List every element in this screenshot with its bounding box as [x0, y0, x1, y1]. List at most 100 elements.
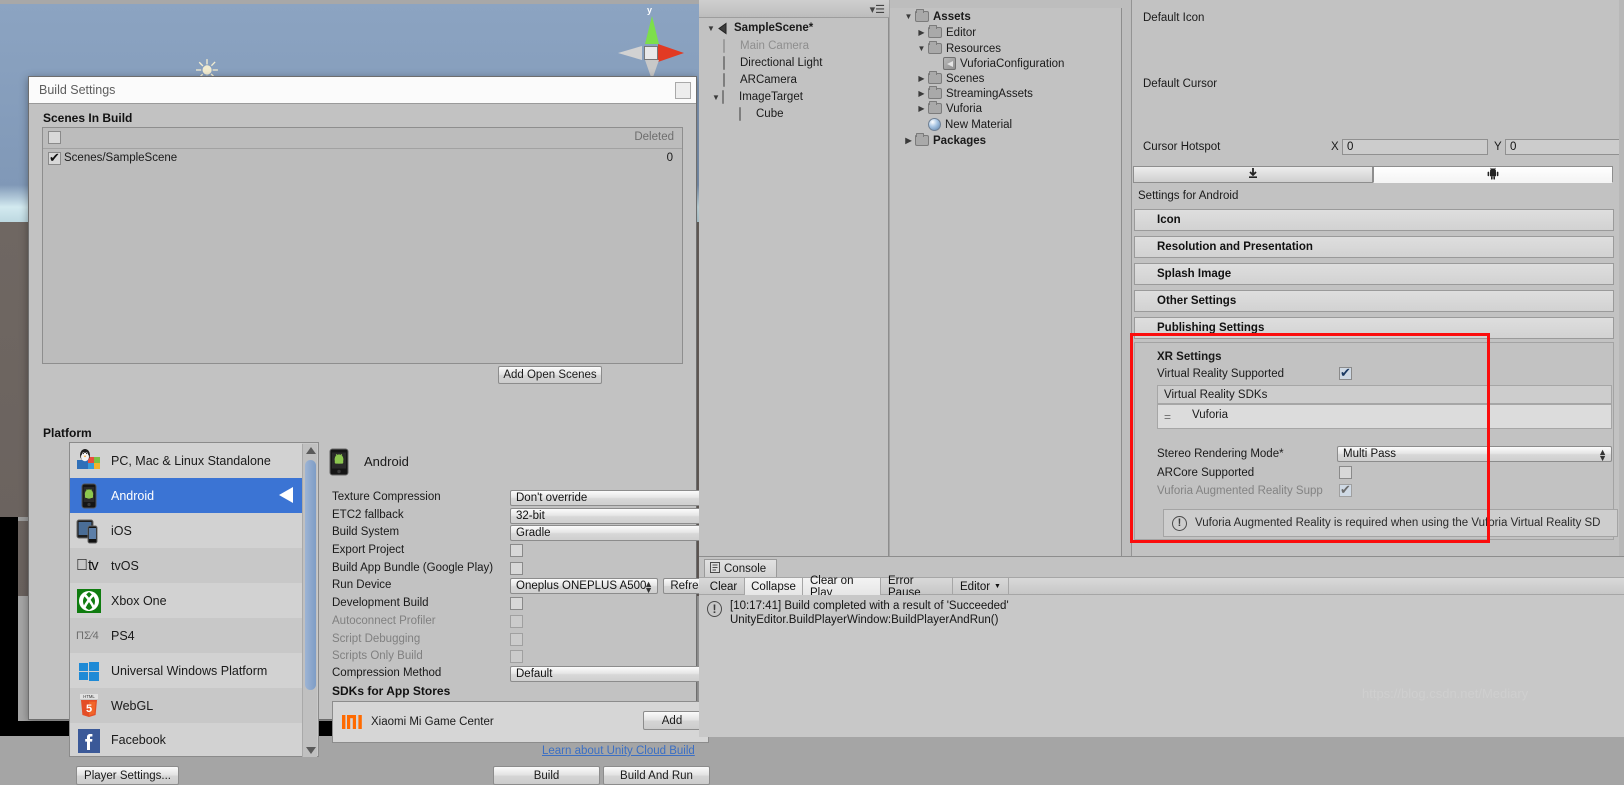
scroll-down-arrow-icon[interactable] [306, 747, 316, 754]
chevron-down-icon[interactable]: ▼ [902, 12, 915, 21]
drag-handle-icon[interactable]: = [1164, 410, 1171, 424]
project-item-editor[interactable]: ▶ Editor [890, 25, 1122, 40]
project-panel[interactable]: ▼ Assets ▶ Editor ▼ Resources VuforiaCon… [890, 0, 1122, 556]
gizmo-center[interactable] [644, 46, 658, 60]
build-settings-window[interactable]: Build Settings Scenes In Build Deleted S… [28, 76, 718, 785]
chevron-right-icon[interactable]: ▶ [915, 28, 928, 37]
project-item-scenes[interactable]: ▶ Scenes [890, 71, 1122, 86]
platform-item-android[interactable]: Android [70, 478, 302, 513]
close-icon[interactable] [675, 82, 691, 99]
hierarchy-item-directional-light[interactable]: Directional Light [699, 55, 889, 71]
project-item-new-material[interactable]: New Material [890, 117, 1122, 132]
chevron-right-icon[interactable]: ▶ [902, 136, 915, 145]
tab-android[interactable] [1373, 166, 1613, 183]
scenes-select-all-checkbox[interactable] [48, 131, 61, 144]
list-item[interactable]: Vuforia [1192, 409, 1228, 421]
arcore-supported-checkbox[interactable] [1339, 466, 1352, 479]
platform-item-ps4[interactable]: ΠΣ⁄4 PS4 [70, 618, 302, 653]
collapse-toggle[interactable]: Collapse [745, 578, 803, 595]
stereo-rendering-mode-dropdown[interactable]: Multi Pass ▲ ▼ [1337, 446, 1612, 463]
run-device-dropdown[interactable]: Oneplus ONEPLUS A500 ▲ ▼ [510, 578, 658, 595]
hierarchy-item-imagetarget[interactable]: ▼ ImageTarget [699, 89, 889, 105]
unity-cloud-build-link[interactable]: Learn about Unity Cloud Build [542, 745, 695, 757]
virtual-reality-sdks-list[interactable]: = Vuforia [1157, 404, 1612, 429]
add-sdk-button[interactable]: Add [643, 711, 701, 730]
foldout-splash-image[interactable]: Splash Image [1134, 263, 1614, 285]
foldout-publishing-settings[interactable]: Publishing Settings [1134, 317, 1614, 339]
scenes-in-build-list[interactable]: Deleted Scenes/SampleScene 0 [42, 127, 683, 364]
chevron-right-icon[interactable]: ▶ [915, 74, 928, 83]
clear-button[interactable]: Clear [703, 578, 745, 595]
project-item-vuforiaconfiguration[interactable]: VuforiaConfiguration [890, 56, 1122, 71]
build-and-run-button[interactable]: Build And Run [603, 766, 710, 785]
platform-item-ios[interactable]: iOS [70, 513, 302, 548]
project-item-streamingassets[interactable]: ▶ StreamingAssets [890, 86, 1122, 101]
cursor-hotspot-x-input[interactable]: 0 [1342, 139, 1488, 155]
compression-method-dropdown[interactable]: Default ▲▼ [510, 666, 712, 683]
chevron-right-icon[interactable]: ▶ [915, 104, 928, 113]
build-button[interactable]: Build [493, 766, 600, 785]
player-settings-button[interactable]: Player Settings... [76, 766, 179, 785]
platform-item-webgl[interactable]: HTML 5 WebGL [70, 688, 302, 723]
gizmo-y-axis-icon[interactable] [645, 16, 659, 44]
xr-settings-section[interactable]: XR Settings Virtual Reality Supported Vi… [1134, 342, 1618, 540]
platform-list-scrollbar[interactable] [302, 444, 317, 757]
gizmo-x-negative-icon[interactable] [618, 46, 642, 60]
project-item-assets[interactable]: ▼ Assets [890, 9, 1122, 24]
platform-item-label: tvOS [111, 558, 139, 573]
console-toolbar[interactable]: Clear Collapse Clear on Play Error Pause… [699, 575, 1624, 613]
project-item-vuforia[interactable]: ▶ Vuforia [890, 101, 1122, 116]
platform-list[interactable]: PC, Mac & Linux Standalone Android iOS t… [69, 442, 319, 757]
console-log-list[interactable]: ! [10:17:41] Build completed with a resu… [699, 595, 1624, 737]
hierarchy-item-scene[interactable]: ▼ SampleScene* [699, 20, 889, 36]
virtual-reality-supported-checkbox[interactable] [1339, 365, 1352, 380]
foldout-resolution-presentation[interactable]: Resolution and Presentation [1134, 236, 1614, 258]
inspector-scrollbar[interactable] [1619, 0, 1624, 556]
hierarchy-panel[interactable]: ▾☰ ▼ SampleScene* Main Camera Directiona… [699, 0, 889, 556]
build-app-bundle-checkbox[interactable] [510, 562, 523, 575]
list-item[interactable]: ! [10:17:41] Build completed with a resu… [707, 599, 1009, 627]
chevron-down-icon[interactable]: ▼ [915, 44, 928, 53]
cursor-hotspot-y-input[interactable]: 0 [1505, 139, 1623, 155]
hierarchy-item-main-camera[interactable]: Main Camera [699, 38, 889, 54]
platform-item-pc-mac-linux[interactable]: PC, Mac & Linux Standalone [70, 443, 302, 478]
platform-item-facebook[interactable]: Facebook [70, 723, 302, 756]
tab-console[interactable]: Console [704, 559, 777, 577]
project-item-packages[interactable]: ▶ Packages [890, 133, 1122, 148]
project-item-resources[interactable]: ▼ Resources [890, 41, 1122, 56]
folder-icon [928, 86, 942, 99]
console-panel[interactable]: Console Clear Collapse Clear on Play Err… [699, 556, 1624, 737]
platform-item-uwp[interactable]: Universal Windows Platform [70, 653, 302, 688]
tab-standalone[interactable] [1133, 166, 1373, 183]
error-pause-toggle[interactable]: Error Pause [881, 575, 953, 599]
hierarchy-tabbar[interactable]: ▾☰ [699, 0, 889, 18]
editor-dropdown[interactable]: Editor ▼ [953, 578, 1009, 595]
chevron-down-icon[interactable]: ▼ [710, 93, 722, 102]
platform-settings-tabs[interactable] [1133, 166, 1613, 183]
etc2-fallback-dropdown[interactable]: 32-bit ▲▼ [510, 508, 712, 525]
table-row[interactable]: Scenes/SampleScene 0 [43, 149, 682, 169]
chevron-right-icon[interactable]: ▶ [915, 89, 928, 98]
inspector-panel[interactable]: Default Icon Default Cursor Cursor Hotsp… [1122, 0, 1624, 556]
scrollbar-thumb[interactable] [305, 460, 316, 690]
field-script-debugging: Script Debugging [332, 632, 692, 649]
platform-item-xbox-one[interactable]: Xbox One [70, 583, 302, 618]
hierarchy-item-arcamera[interactable]: ARCamera [699, 72, 889, 88]
clear-on-play-toggle[interactable]: Clear on Play [803, 575, 881, 599]
build-settings-titlebar[interactable]: Build Settings [29, 77, 696, 104]
scroll-up-arrow-icon[interactable] [306, 447, 316, 454]
scene-view-axis-gizmo[interactable]: y [610, 5, 690, 80]
texture-compression-dropdown[interactable]: Don't override ▲▼ [510, 490, 712, 507]
platform-item-tvos[interactable]: tv tvOS [70, 548, 302, 583]
build-system-dropdown[interactable]: Gradle ▲▼ [510, 525, 712, 542]
hierarchy-item-cube[interactable]: Cube [699, 106, 889, 122]
foldout-icon-section[interactable]: Icon [1134, 209, 1614, 231]
add-open-scenes-button[interactable]: Add Open Scenes [498, 366, 602, 384]
foldout-other-settings[interactable]: Other Settings [1134, 290, 1614, 312]
export-project-checkbox[interactable] [510, 544, 523, 557]
gizmo-x-axis-icon[interactable] [658, 44, 684, 62]
scene-enabled-checkbox[interactable] [48, 150, 61, 165]
development-build-checkbox[interactable] [510, 597, 523, 610]
panel-menu-icon[interactable]: ▾☰ [870, 3, 885, 16]
chevron-down-icon[interactable]: ▼ [705, 24, 717, 33]
